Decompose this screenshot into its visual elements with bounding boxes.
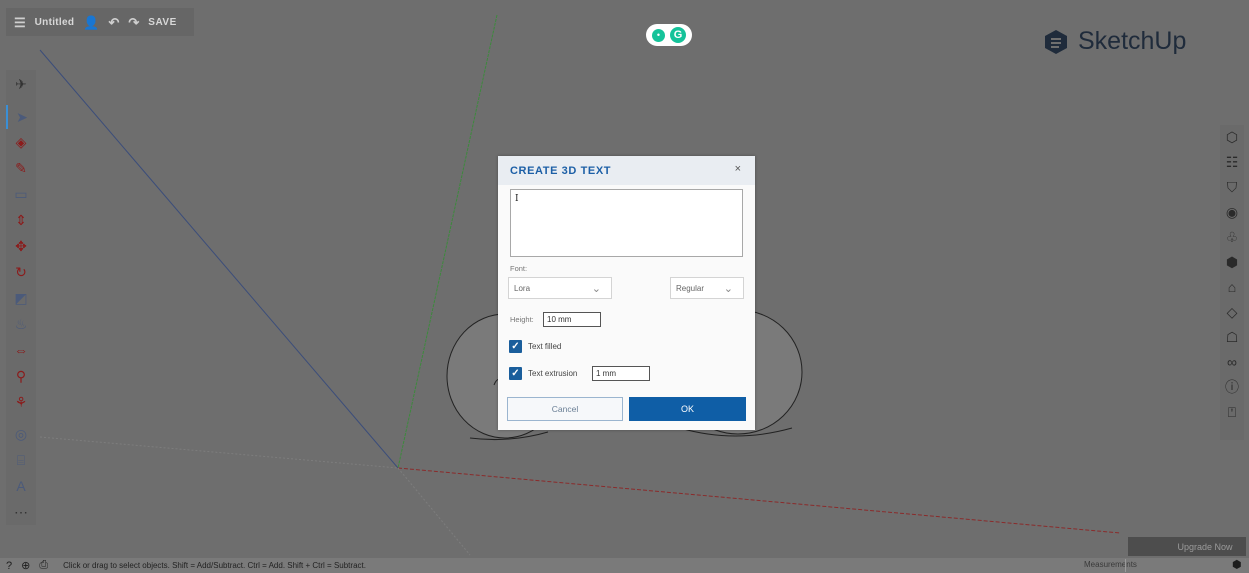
font-label: Font:	[510, 264, 528, 273]
sketchup-brand: SketchUp	[1042, 27, 1186, 56]
undo-icon[interactable]: ↶	[108, 16, 119, 29]
rectangle-icon[interactable]: ▭	[6, 182, 36, 206]
grammarly-badge[interactable]: • G	[646, 24, 692, 46]
display-icon[interactable]: ◇	[1220, 300, 1244, 324]
hamburger-menu-icon[interactable]: ☰	[14, 16, 26, 29]
font-value: Lora	[514, 284, 531, 293]
font-select[interactable]: Lora ⌄	[508, 277, 612, 299]
instructor-icon[interactable]: ⍞	[1220, 400, 1244, 424]
pencil-line-icon[interactable]: ✎	[6, 156, 36, 180]
ok-label: OK	[680, 404, 694, 414]
measurements-input[interactable]	[1125, 559, 1221, 572]
user-icon[interactable]: 👤	[83, 16, 99, 29]
tags-icon[interactable]: ⬢	[1220, 250, 1244, 274]
left-toolbar: ✈ ➤ ◈ ✎ ▭ ⇕ ✥ ↻ ◩ ♨ ⇔ ⚲ ⚘ ◎ ⌸ A ⋯	[6, 70, 36, 525]
move-icon[interactable]: ✥	[6, 234, 36, 258]
upgrade-label: Upgrade Now	[1177, 541, 1233, 552]
close-icon[interactable]: ×	[735, 163, 741, 175]
help-icon[interactable]: ?	[6, 560, 12, 572]
height-label: Height:	[510, 315, 534, 324]
grammarly-icon: G	[670, 27, 686, 43]
follow-me-icon[interactable]: ⚲	[6, 364, 36, 388]
brand-name: SketchUp	[1078, 27, 1187, 55]
text-extrusion-label: Text extrusion	[528, 369, 578, 378]
style-select[interactable]: Regular ⌄	[670, 277, 744, 299]
dialog-header: CREATE 3D TEXT ×	[498, 156, 755, 185]
outliner-icon[interactable]: ☷	[1220, 150, 1244, 174]
cancel-button[interactable]: Cancel	[507, 397, 623, 421]
components-icon[interactable]: ⛉	[1220, 175, 1244, 199]
more-tools-icon[interactable]: ⋯	[6, 500, 36, 524]
globe-icon[interactable]: ⊕	[21, 559, 30, 572]
chevron-down-icon: ⌄	[723, 283, 733, 295]
extrusion-input[interactable]: 1 mm	[592, 366, 650, 381]
3d-warehouse-icon[interactable]: ✈	[6, 72, 36, 96]
status-hint: Click or drag to select objects. Shift =…	[63, 561, 366, 570]
materials-icon[interactable]: ◉	[1220, 200, 1244, 224]
tape-measure-icon[interactable]: ◎	[6, 422, 36, 446]
scenes-icon[interactable]: ⌂	[1220, 275, 1244, 299]
dialog-title: CREATE 3D TEXT	[510, 164, 612, 177]
blue-axis	[39, 49, 399, 469]
solid-inspector-icon[interactable]: ☖	[1220, 325, 1244, 349]
ok-button[interactable]: OK	[629, 397, 746, 421]
info-icon[interactable]: ⓘ	[1220, 375, 1244, 399]
save-button[interactable]: SAVE	[148, 17, 177, 28]
top-bar: ☰ Untitled 👤 ↶ ↷ SAVE	[6, 8, 194, 36]
infinity-icon[interactable]: ∞	[1220, 350, 1244, 374]
document-title[interactable]: Untitled	[35, 17, 75, 28]
sketchup-logo-icon	[1045, 29, 1067, 54]
height-input[interactable]: 10 mm	[543, 312, 601, 327]
upgrade-now-button[interactable]: Upgrade Now	[1128, 537, 1246, 556]
entity-info-icon[interactable]: ⬡	[1220, 125, 1244, 149]
status-bar: ? ⊕ ⎙ Click or drag to select objects. S…	[0, 558, 1249, 573]
axis-dotted-left	[39, 436, 399, 469]
rotate-icon[interactable]: ↻	[6, 260, 36, 284]
3d-text-icon[interactable]: A	[6, 474, 36, 498]
eraser-icon[interactable]: ◈	[6, 130, 36, 154]
style-value: Regular	[676, 284, 705, 293]
push-pull-icon[interactable]: ⇕	[6, 208, 36, 232]
paint-bucket-icon[interactable]: ♨	[6, 312, 36, 336]
cancel-label: Cancel	[551, 404, 579, 414]
scale-icon[interactable]: ◩	[6, 286, 36, 310]
text-label-icon[interactable]: ⌸	[6, 448, 36, 472]
text-filled-label: Text filled	[528, 342, 562, 351]
select-tool-icon[interactable]: ➤	[6, 105, 36, 129]
text-extrusion-checkbox[interactable]: ✓	[509, 367, 522, 380]
axis-dotted-down	[397, 467, 471, 556]
save-status-icon[interactable]: ⎙	[39, 559, 48, 572]
text-input[interactable]: I	[510, 189, 743, 257]
create-3d-text-dialog: CREATE 3D TEXT × I Font: Lora ⌄ Regular …	[498, 156, 755, 430]
text-filled-checkbox[interactable]: ✓	[509, 340, 522, 353]
redo-icon[interactable]: ↷	[128, 16, 139, 29]
offset-icon[interactable]: ⇔	[6, 338, 36, 362]
sketchup-status-icon[interactable]: ⬢	[1232, 558, 1242, 571]
right-toolbar: ⬡ ☷ ⛉ ◉ ♧ ⬢ ⌂ ◇ ☖ ∞ ⓘ ⍞	[1220, 125, 1244, 440]
red-axis	[397, 467, 1121, 534]
orbit-icon[interactable]: ⚘	[6, 390, 36, 414]
grammarly-pin-icon: •	[652, 28, 665, 42]
styles-icon[interactable]: ♧	[1220, 225, 1244, 249]
chevron-down-icon: ⌄	[591, 283, 601, 295]
